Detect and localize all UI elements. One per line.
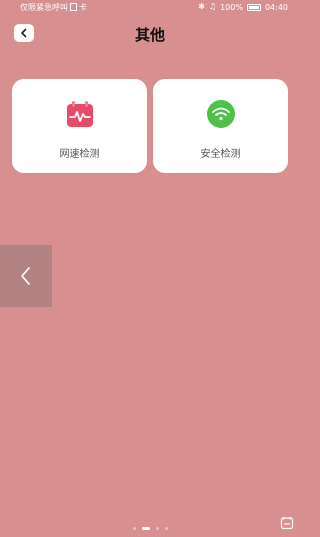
page-dot — [132, 527, 136, 530]
page-dot-active — [141, 527, 150, 530]
status-bar: 仅限紧急呼叫 卡 ✱ ♫ 100% 04:40 — [0, 0, 300, 14]
wifi-icon — [206, 100, 235, 128]
battery-icon — [246, 3, 261, 11]
bluetooth-icon: ✱ — [198, 2, 205, 11]
page-dot — [155, 527, 159, 530]
clock: 04:40 — [264, 2, 288, 12]
corner-menu-icon[interactable] — [280, 516, 294, 530]
carrier-text: 仅限紧急呼叫 — [20, 2, 68, 12]
mute-icon: ♫ — [208, 2, 217, 11]
security-check-label: 安全检测 — [200, 149, 241, 160]
chevron-left-icon — [21, 267, 30, 285]
status-right: ✱ ♫ 100% 04:40 — [198, 3, 288, 12]
sim-text: 卡 — [79, 2, 87, 12]
side-back-button[interactable] — [0, 245, 52, 307]
status-left: 仅限紧急呼叫 卡 — [20, 2, 87, 13]
speed-test-icon — [66, 101, 93, 127]
tool-grid: 网速检测 安全检测 — [12, 79, 288, 173]
header: 其他 — [0, 20, 300, 48]
battery-percent: 100% — [220, 2, 243, 12]
page-title: 其他 — [134, 26, 165, 44]
speed-test-label: 网速检测 — [59, 149, 100, 160]
speed-test-card[interactable]: 网速检测 — [12, 79, 147, 173]
page-indicator — [0, 527, 300, 530]
page-dot — [164, 527, 168, 530]
security-check-card[interactable]: 安全检测 — [153, 79, 288, 173]
sim-icon — [70, 3, 77, 11]
